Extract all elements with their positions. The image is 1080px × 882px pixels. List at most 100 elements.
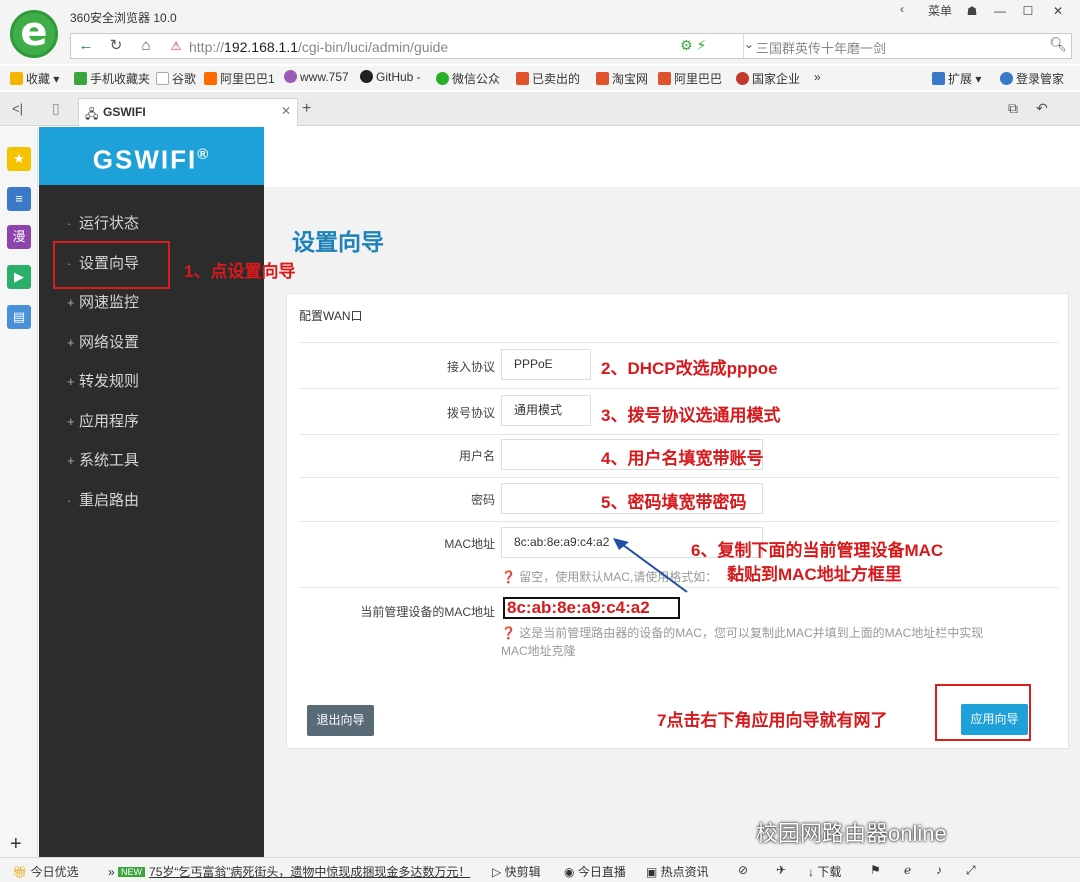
page-title: 设置向导	[292, 229, 384, 255]
pin-icon[interactable]: ✈	[776, 863, 786, 877]
apply-guide-button[interactable]: 应用向导	[961, 704, 1028, 735]
notes-icon[interactable]: ▤	[7, 305, 31, 329]
home-button[interactable]: ⌂	[135, 36, 157, 56]
flag-icon[interactable]: ⚑	[870, 863, 881, 877]
bookmark-item[interactable]: 收藏 ▾	[10, 70, 59, 87]
sidebar-item-speed-monitor[interactable]: + 网速监控	[39, 284, 264, 324]
bookmark-item[interactable]: 手机收藏夹	[74, 70, 150, 87]
divider	[299, 477, 1059, 478]
search-icon[interactable]: 🔍︎	[1049, 36, 1067, 53]
news-icon[interactable]: ≡	[7, 187, 31, 211]
bookmark-item[interactable]: 已卖出的	[516, 70, 580, 87]
divider	[299, 434, 1059, 435]
page-icon: 🖧︎	[85, 107, 99, 121]
current-mac-value: 8c:ab:8e:a9:c4:a2	[503, 597, 680, 619]
bookmark-item[interactable]: 国家企业	[736, 70, 800, 87]
sound-icon[interactable]: ♪	[936, 863, 942, 877]
more-bookmarks-icon[interactable]: »	[814, 70, 821, 84]
bookmark-item[interactable]: 微信公众	[436, 70, 500, 87]
dial-mode-select[interactable]: 通用模式	[501, 395, 591, 426]
bookmarks-bar: 收藏 ▾ 手机收藏夹 谷歌 阿里巴巴1 www.757 GitHub - 微信公…	[0, 66, 1080, 90]
restore-tabs-icon[interactable]: ⧉	[1008, 100, 1018, 117]
url-text[interactable]: http://192.168.1.1/cgi-bin/luci/admin/gu…	[189, 39, 448, 55]
annotation-step7: 7点击右下角应用向导就有网了	[657, 711, 888, 730]
wan-config-panel: 配置WAN口 接入协议 PPPoE 2、DHCP改选成pppoe 拨号协议 通用…	[286, 293, 1069, 749]
taobao-icon	[516, 72, 529, 85]
live-button[interactable]: ◉ 今日直播	[564, 863, 626, 880]
sidebar-item-apps[interactable]: + 应用程序	[39, 403, 264, 443]
close-window-button[interactable]: ✕	[1044, 2, 1072, 24]
taobao-icon	[658, 72, 671, 85]
exit-guide-button[interactable]: 退出向导	[307, 705, 374, 736]
bookmark-item[interactable]: 淘宝网	[596, 70, 648, 87]
current-mac-hint: ❓ 这是当前管理路由器的设备的MAC，您可以复制此MAC并填到上面的MAC地址栏…	[501, 626, 984, 640]
zoom-icon[interactable]: ⤢	[966, 863, 976, 878]
divider	[299, 342, 1059, 343]
favorites-icon[interactable]: ★	[7, 147, 31, 171]
app-title: 360安全浏览器 10.0	[70, 11, 177, 25]
news-ticker[interactable]: » NEW 75岁“乞丐富翁”病死街头，遗物中惊现成捆现金多达数万元！	[108, 863, 470, 880]
new-tab-button[interactable]: +	[302, 100, 311, 118]
annotation-step5: 5、密码填宽带密码	[601, 493, 747, 512]
annotation-step3: 3、拨号协议选通用模式	[601, 406, 781, 425]
maximize-button[interactable]: ☐	[1014, 2, 1042, 24]
sidebar-item-status[interactable]: · 运行状态	[39, 205, 264, 245]
login-manager-button[interactable]: 登录管家	[1000, 70, 1064, 87]
current-mac-hint-2: MAC地址克隆	[501, 644, 576, 658]
panel-title: 配置WAN口	[299, 309, 363, 323]
bookmark-item[interactable]: 阿里巴巴1	[204, 70, 275, 87]
current-mac-label: 当前管理设备的MAC地址	[360, 605, 495, 619]
menu-button[interactable]: 菜单	[912, 2, 952, 24]
add-icon[interactable]: +	[10, 833, 22, 856]
bookmark-item[interactable]: www.757	[284, 70, 349, 84]
close-icon[interactable]: ✕	[281, 104, 291, 118]
copy-arrow-icon	[613, 538, 688, 593]
tab-list-icon[interactable]: ▯	[52, 100, 60, 117]
browser-titlebar: 360安全浏览器 10.0 ‹ 菜单 ☗ — ☐ ✕ ← ↻ ⌂ ⚠ http:…	[0, 0, 1080, 64]
security-warning-icon[interactable]: ⚠	[165, 36, 187, 56]
grid-icon	[932, 72, 945, 85]
sidebar-item-reboot[interactable]: · 重启路由	[39, 482, 264, 522]
alibaba-icon	[204, 72, 217, 85]
quick-edit-button[interactable]: ▷ 快剪辑	[492, 863, 541, 880]
tab-gswifi[interactable]: 🖧︎ GSWIFI ✕	[78, 98, 298, 126]
search-box[interactable]: ⚙ ⚡ ⌄ 三国群英传十年磨一剑 🔍︎	[680, 34, 1073, 58]
comic-icon[interactable]: 漫	[7, 225, 31, 249]
brand-logo: GSWIFI®	[39, 127, 264, 185]
tab-label: GSWIFI	[103, 105, 146, 119]
address-bar[interactable]: ← ↻ ⌂ ⚠ http://192.168.1.1/cgi-bin/luci/…	[70, 33, 1072, 59]
video-icon[interactable]: ▶	[7, 265, 31, 289]
main-content: 设置向导 1、点设置向导 配置WAN口 接入协议 PPPoE 2、DHCP改选成…	[184, 127, 1080, 857]
hot-news-button[interactable]: ▣ 热点资讯	[646, 863, 709, 880]
back-button[interactable]: ←	[75, 36, 97, 56]
mac-label: MAC地址	[444, 537, 495, 551]
divider	[299, 521, 1059, 522]
tab-bar: <| ▯ 🖧︎ GSWIFI ✕ + ⧉ ↶	[0, 92, 1080, 126]
protocol-select[interactable]: PPPoE	[501, 349, 591, 380]
skin-icon[interactable]: ☗	[958, 2, 986, 24]
download-button[interactable]: ↓ 下载	[808, 863, 841, 880]
refresh-button[interactable]: ↻	[105, 36, 127, 56]
site-icon	[284, 70, 297, 83]
undo-close-icon[interactable]: ↶	[1036, 100, 1048, 117]
sidebar-item-system-tools[interactable]: + 系统工具	[39, 442, 264, 482]
bookmark-item[interactable]: GitHub -	[360, 70, 421, 84]
chevron-down-icon[interactable]: ⌄	[744, 37, 754, 51]
extensions-button[interactable]: 扩展 ▾	[932, 70, 981, 87]
today-picks[interactable]: 🎁︎ 今日优选	[12, 863, 79, 880]
browser-side-strip: ★ ≡ 漫 ▶ ▤ +	[0, 127, 38, 857]
dial-label: 拨号协议	[446, 406, 495, 420]
search-input[interactable]: 三国群英传十年磨一剑	[756, 38, 886, 57]
sidebar-item-network[interactable]: + 网络设置	[39, 324, 264, 364]
phone-icon	[74, 72, 87, 85]
annotation-step6a: 6、复制下面的当前管理设备MAC	[691, 541, 944, 560]
ie-icon[interactable]: ℯ	[904, 863, 911, 877]
sidebar-item-forwarding[interactable]: + 转发规则	[39, 363, 264, 403]
bookmark-item[interactable]: 阿里巴巴	[658, 70, 722, 87]
back-small-icon[interactable]: ‹	[900, 2, 904, 24]
compat-mode-icon[interactable]: ⚙ ⚡	[680, 37, 706, 54]
minimize-button[interactable]: —	[986, 2, 1014, 24]
bookmark-item[interactable]: 谷歌	[156, 70, 196, 87]
collapse-sidebar-icon[interactable]: <|	[12, 101, 23, 116]
speed-icon[interactable]: ⊘	[738, 863, 748, 877]
